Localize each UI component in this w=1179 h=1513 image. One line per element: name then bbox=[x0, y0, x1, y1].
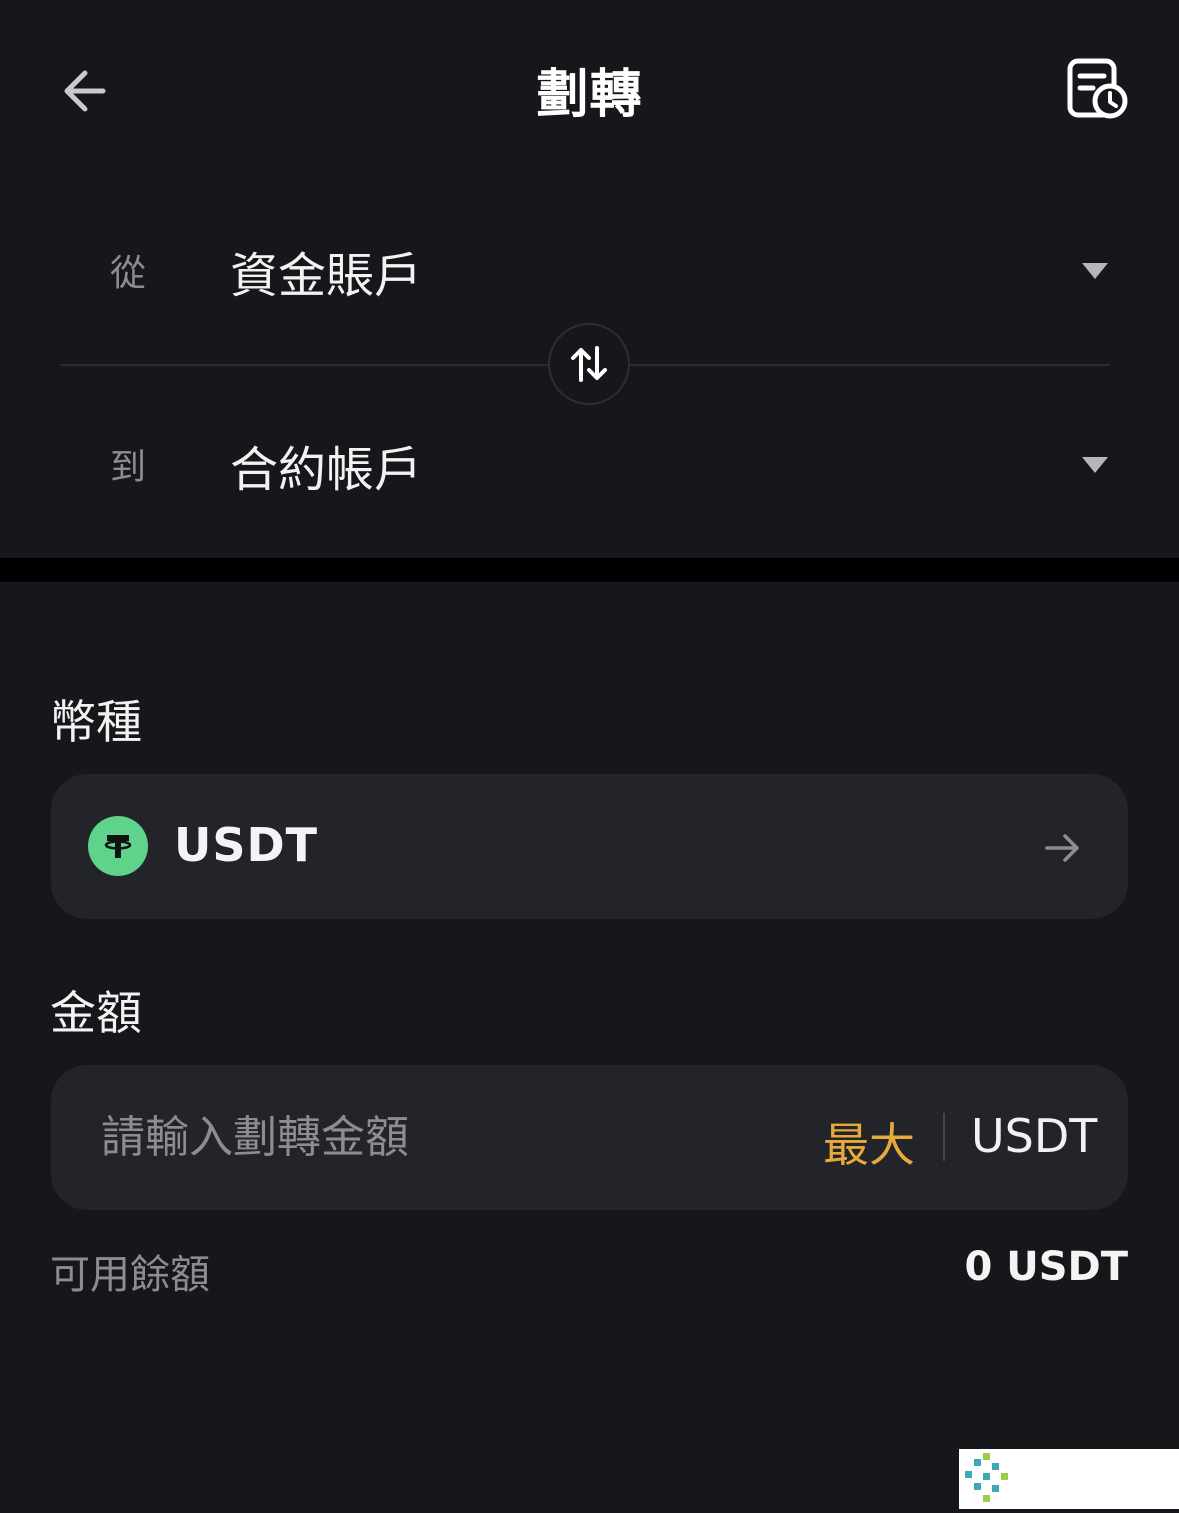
transfer-history-button[interactable] bbox=[1058, 50, 1138, 130]
swap-vertical-icon bbox=[571, 346, 607, 382]
coin-name: USDT bbox=[174, 818, 319, 872]
amount-field: 最大 USDT bbox=[51, 1065, 1128, 1210]
amount-input[interactable] bbox=[101, 1101, 801, 1173]
arrow-right-icon bbox=[1045, 834, 1079, 862]
section-separator bbox=[0, 558, 1179, 582]
coin-selector[interactable]: USDT bbox=[51, 774, 1128, 919]
to-account-name: 合約帳戶 bbox=[230, 442, 423, 498]
page-title: 劃轉 bbox=[536, 65, 643, 125]
caret-down-icon bbox=[1082, 263, 1108, 279]
watermark-logo bbox=[959, 1449, 1179, 1509]
from-account-selector[interactable]: 從 資金賬戶 bbox=[60, 206, 1120, 326]
to-account-selector[interactable]: 到 合約帳戶 bbox=[60, 400, 1120, 520]
document-clock-icon bbox=[1067, 58, 1128, 119]
to-prefix: 到 bbox=[110, 447, 147, 488]
from-prefix: 從 bbox=[110, 253, 147, 294]
available-balance-value: 0 USDT bbox=[964, 1244, 1128, 1290]
tether-icon bbox=[88, 816, 148, 876]
available-balance-label: 可用餘額 bbox=[50, 1252, 210, 1298]
from-account-name: 資金賬戶 bbox=[230, 248, 423, 304]
amount-unit: USDT bbox=[971, 1109, 1098, 1163]
amount-label: 金額 bbox=[50, 986, 142, 1040]
divider bbox=[943, 1113, 945, 1161]
coin-label: 幣種 bbox=[50, 695, 142, 749]
swap-accounts-button[interactable] bbox=[548, 323, 630, 405]
max-button[interactable]: 最大 bbox=[823, 1109, 915, 1175]
caret-down-icon bbox=[1082, 457, 1108, 473]
